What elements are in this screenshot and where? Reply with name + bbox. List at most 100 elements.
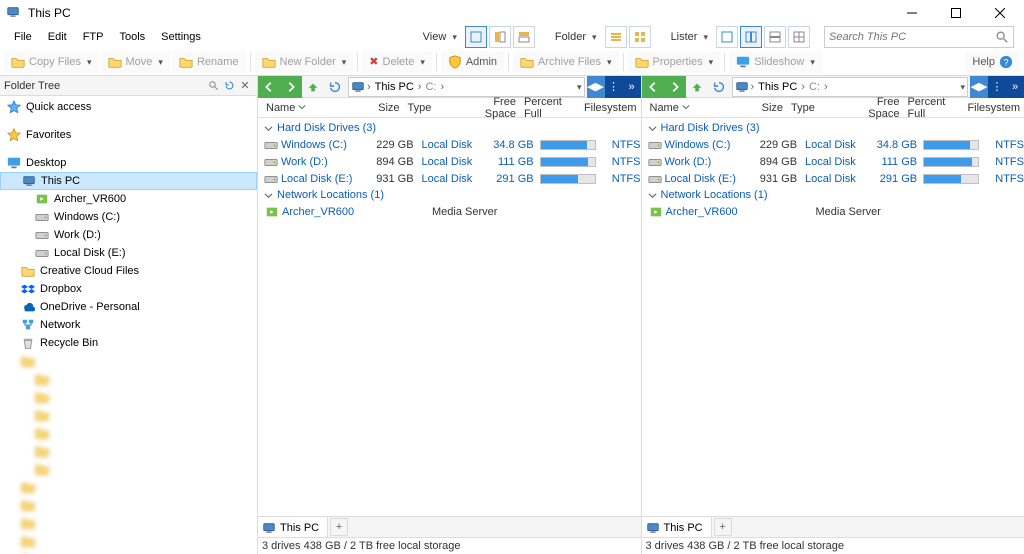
tree-item[interactable]: Quick access	[0, 98, 257, 116]
add-tab-button[interactable]: +	[714, 518, 732, 536]
group-network[interactable]: Network Locations (1)	[642, 187, 1024, 203]
view-mode-icon-2[interactable]	[489, 26, 511, 48]
pane-swap-icon[interactable]: ◀▶	[587, 76, 605, 98]
tree-item[interactable]	[0, 478, 257, 496]
tree-search-icon[interactable]	[205, 78, 221, 94]
drive-row[interactable]: Local Disk (E:)931 GBLocal Disk291 GBNTF…	[642, 170, 1024, 187]
search-icon[interactable]	[995, 30, 1009, 44]
pane-swap-icon[interactable]: ◀▶	[970, 76, 988, 98]
folder-dropdown[interactable]: Folder	[549, 26, 603, 48]
group-hdd[interactable]: Hard Disk Drives (3)	[258, 120, 641, 136]
breadcrumb-root[interactable]: This PC	[373, 81, 416, 93]
tree-item[interactable]: Local Disk (E:)	[0, 244, 257, 262]
tree-item[interactable]: Recycle Bin	[0, 334, 257, 352]
breadcrumb-c[interactable]: C:	[423, 81, 438, 93]
folder-tree[interactable]: Quick access Favorites DesktopThis PCArche…	[0, 96, 257, 554]
copy-files-button[interactable]: Copy Files	[4, 51, 99, 73]
pane-link-icon[interactable]: ⋮	[988, 76, 1006, 98]
search-input[interactable]	[829, 31, 995, 43]
tree-item[interactable]: Desktop	[0, 154, 257, 172]
lister-icon-1[interactable]	[716, 26, 738, 48]
breadcrumb-c[interactable]: C:	[807, 81, 822, 93]
delete-button[interactable]: ✖Delete	[362, 51, 432, 73]
column-header[interactable]: Name SizeTypeFree SpacePercent FullFiles…	[258, 98, 641, 118]
nav-refresh-button[interactable]	[708, 76, 730, 98]
move-button[interactable]: Move	[101, 51, 170, 73]
tree-item[interactable]: Windows (C:)	[0, 208, 257, 226]
pane-link-icon[interactable]: ⋮	[605, 76, 623, 98]
group-network[interactable]: Network Locations (1)	[258, 187, 641, 203]
view-dropdown[interactable]: View	[417, 26, 463, 48]
pane-menu-icon[interactable]: »	[623, 76, 641, 98]
tree-item[interactable]	[0, 442, 257, 460]
nav-forward-button[interactable]	[280, 76, 302, 98]
tree-item[interactable]: This PC	[0, 172, 257, 190]
tree-item[interactable]	[0, 388, 257, 406]
drive-row[interactable]: Windows (C:)229 GBLocal Disk34.8 GBNTFS	[258, 136, 641, 153]
tree-item[interactable]	[0, 460, 257, 478]
tree-item[interactable]: Creative Cloud Files	[0, 262, 257, 280]
minimize-button[interactable]	[890, 0, 934, 26]
nav-back-button[interactable]	[258, 76, 280, 98]
help-button[interactable]: Help	[965, 51, 1020, 73]
tree-item[interactable]	[0, 532, 257, 550]
close-button[interactable]	[978, 0, 1022, 26]
addr-dropdown-icon[interactable]	[960, 81, 965, 93]
pane-menu-icon[interactable]: »	[1006, 76, 1024, 98]
drive-row[interactable]: Local Disk (E:)931 GBLocal Disk291 GBNTF…	[258, 170, 641, 187]
tree-item[interactable]	[0, 406, 257, 424]
addr-dropdown-icon[interactable]	[577, 81, 582, 93]
group-hdd[interactable]: Hard Disk Drives (3)	[642, 120, 1024, 136]
address-bar[interactable]: This PC C:	[348, 77, 585, 97]
tree-item[interactable]	[0, 550, 257, 554]
pane-tab[interactable]: This PC	[642, 517, 712, 538]
nav-back-button[interactable]	[642, 76, 664, 98]
archive-button[interactable]: Archive Files	[513, 51, 619, 73]
rename-button[interactable]: Rename	[172, 51, 246, 73]
menu-settings[interactable]: Settings	[153, 29, 209, 45]
view-mode-icon-3[interactable]	[513, 26, 535, 48]
tree-item[interactable]: Dropbox	[0, 280, 257, 298]
network-row[interactable]: Archer_VR600Media Server	[258, 203, 641, 220]
tree-item[interactable]	[0, 352, 257, 370]
tree-item[interactable]: Work (D:)	[0, 226, 257, 244]
drive-row[interactable]: Windows (C:)229 GBLocal Disk34.8 GBNTFS	[642, 136, 1024, 153]
drive-row[interactable]: Work (D:)894 GBLocal Disk111 GBNTFS	[642, 153, 1024, 170]
admin-button[interactable]: Admin	[441, 51, 504, 73]
tree-item[interactable]: Favorites	[0, 126, 257, 144]
properties-button[interactable]: Properties	[628, 51, 721, 73]
search-box[interactable]	[824, 26, 1014, 48]
network-row[interactable]: Archer_VR600Media Server	[642, 203, 1024, 220]
column-header[interactable]: Name SizeTypeFree SpacePercent FullFiles…	[642, 98, 1024, 118]
menu-file[interactable]: File	[6, 29, 40, 45]
tree-item[interactable]: Network	[0, 316, 257, 334]
menu-tools[interactable]: Tools	[111, 29, 153, 45]
add-tab-button[interactable]: +	[330, 518, 348, 536]
breadcrumb-root[interactable]: This PC	[756, 81, 799, 93]
address-bar[interactable]: This PC C:	[732, 77, 969, 97]
menu-ftp[interactable]: FTP	[75, 29, 112, 45]
tree-item[interactable]: OneDrive - Personal	[0, 298, 257, 316]
drive-row[interactable]: Work (D:)894 GBLocal Disk111 GBNTFS	[258, 153, 641, 170]
tree-item[interactable]	[0, 514, 257, 532]
tree-item[interactable]: Archer_VR600	[0, 190, 257, 208]
tree-item[interactable]	[0, 424, 257, 442]
tree-item[interactable]	[0, 370, 257, 388]
lister-dropdown[interactable]: Lister	[665, 26, 714, 48]
menu-edit[interactable]: Edit	[40, 29, 75, 45]
nav-up-button[interactable]	[686, 76, 708, 98]
tree-refresh-icon[interactable]	[221, 78, 237, 94]
nav-up-button[interactable]	[302, 76, 324, 98]
pane-tab[interactable]: This PC	[258, 517, 328, 538]
maximize-button[interactable]	[934, 0, 978, 26]
lister-icon-4[interactable]	[788, 26, 810, 48]
nav-refresh-button[interactable]	[324, 76, 346, 98]
tree-item[interactable]	[0, 496, 257, 514]
nav-forward-button[interactable]	[664, 76, 686, 98]
tree-close-icon[interactable]: ✕	[237, 78, 253, 94]
slideshow-button[interactable]: Slideshow	[729, 51, 822, 73]
lister-icon-3[interactable]	[764, 26, 786, 48]
folder-mode-icon-2[interactable]	[629, 26, 651, 48]
folder-mode-icon-1[interactable]	[605, 26, 627, 48]
view-mode-icon-1[interactable]	[465, 26, 487, 48]
